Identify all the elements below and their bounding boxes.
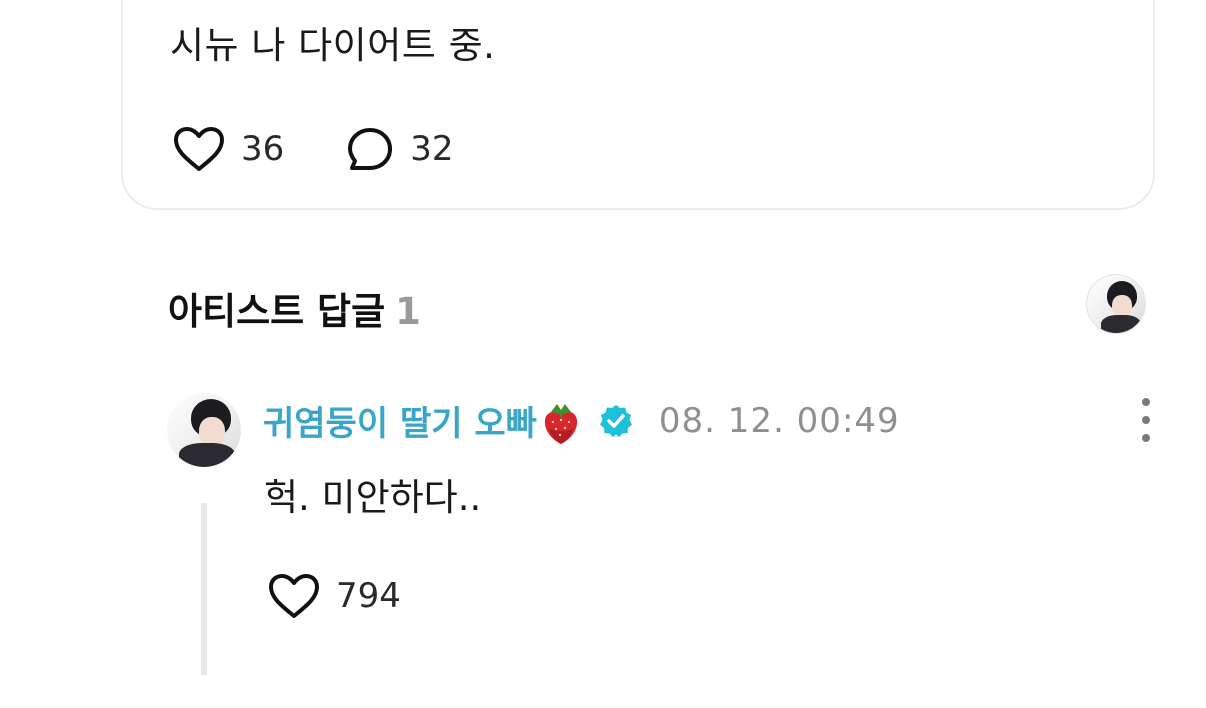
reply-text: 헉. 미안하다.. [264, 476, 482, 519]
more-dot-icon [1142, 434, 1150, 442]
artist-avatar-small[interactable] [1086, 274, 1146, 334]
reply-like-count: 794 [336, 576, 401, 616]
heart-icon [174, 127, 224, 171]
heart-icon [269, 574, 319, 618]
reply-like-button[interactable]: 794 [268, 573, 401, 619]
artist-replies-count: 1 [395, 290, 421, 333]
post-comment-button[interactable]: 32 [346, 126, 454, 172]
comment-thread-page: 시뉴 나 다이어트 중. 36 32 아티스트 답글 1 귀염둥이 딸기 오빠 … [0, 0, 1206, 708]
thread-line [201, 503, 207, 675]
strawberry-icon [544, 403, 578, 444]
reply-author-avatar[interactable] [167, 393, 241, 467]
verified-badge-icon [599, 404, 632, 437]
post-text: 시뉴 나 다이어트 중. [170, 24, 496, 67]
post-like-button[interactable]: 36 [173, 126, 284, 172]
post-card: 시뉴 나 다이어트 중. 36 32 [121, 0, 1155, 210]
post-actions: 36 32 [173, 126, 454, 172]
reply-author-name[interactable]: 귀염둥이 딸기 오빠 [263, 396, 537, 445]
more-dot-icon [1142, 416, 1150, 424]
post-comment-count: 32 [410, 129, 454, 169]
speech-bubble-icon [348, 128, 393, 170]
reply-actions: 794 [268, 573, 401, 619]
artist-replies-title: 아티스트 답글 1 [168, 281, 421, 335]
reply-timestamp: 08. 12. 00:49 [658, 400, 900, 441]
more-options-button[interactable] [1132, 398, 1160, 442]
more-dot-icon [1142, 398, 1150, 406]
artist-replies-label: 아티스트 답글 [168, 290, 386, 333]
post-like-count: 36 [241, 129, 285, 169]
reply-header: 귀염둥이 딸기 오빠 08. 12. 00:49 [263, 396, 900, 445]
